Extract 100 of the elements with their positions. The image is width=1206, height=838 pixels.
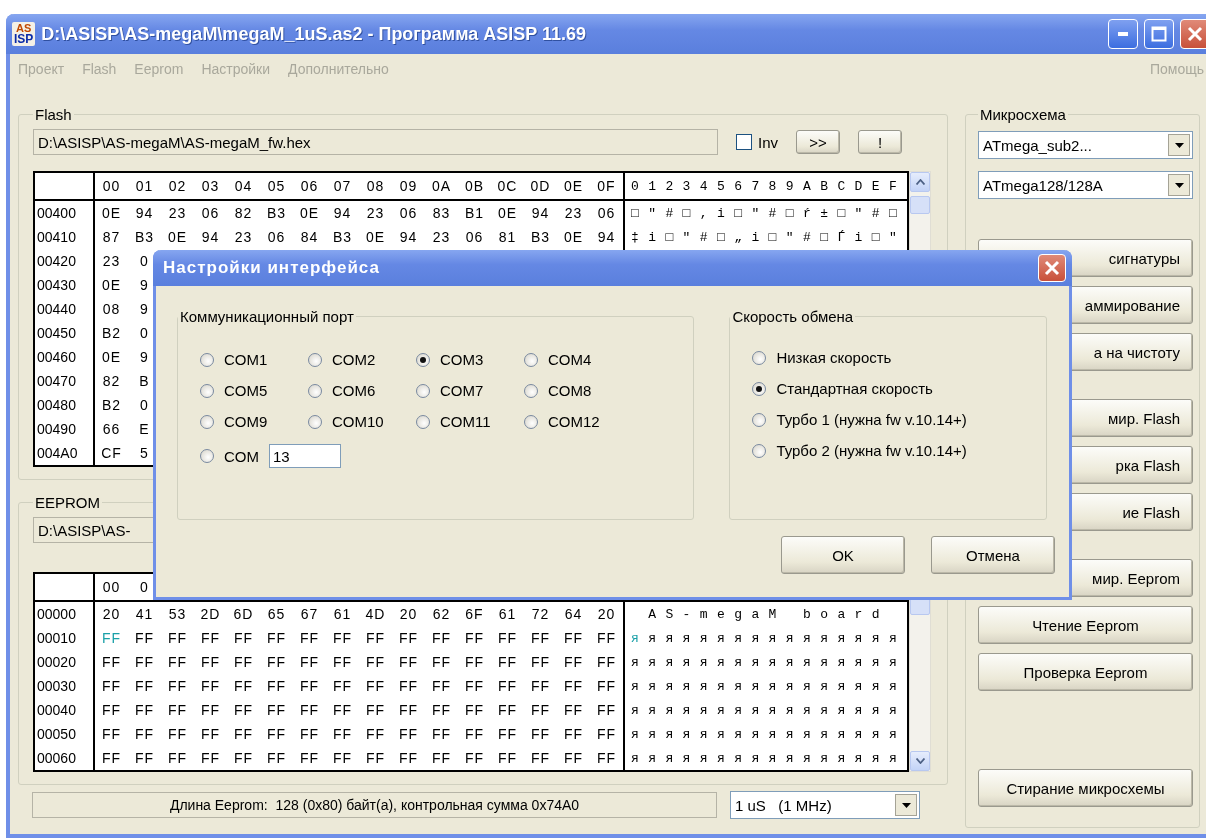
radio-label[interactable]: COM10 bbox=[332, 413, 384, 430]
maximize-icon bbox=[1151, 26, 1167, 42]
radio-button[interactable] bbox=[752, 443, 767, 458]
dialog-button[interactable]: OK bbox=[781, 536, 905, 574]
address-cell: 00000 bbox=[35, 602, 95, 626]
chip-select[interactable]: ATmega128/128A bbox=[978, 171, 1193, 199]
byte-cell-text: FF bbox=[364, 749, 387, 768]
radio-button[interactable] bbox=[416, 383, 430, 398]
address-cell: 004A0 bbox=[35, 441, 95, 465]
radio-label[interactable]: COM2 bbox=[332, 351, 376, 368]
byte-cell-text: 66 bbox=[101, 420, 122, 439]
byte-cell-text: 61 bbox=[332, 605, 353, 624]
radio-button[interactable] bbox=[200, 383, 214, 398]
byte-cell-text: 06 bbox=[596, 204, 617, 223]
radio-button[interactable] bbox=[200, 449, 214, 463]
radio-label[interactable]: COM12 bbox=[548, 413, 600, 430]
byte-cell-text: FF bbox=[364, 701, 387, 720]
radio-button[interactable] bbox=[200, 414, 214, 429]
byte-cell-text: FF bbox=[463, 701, 486, 720]
ascii-cell: яяяяяяяяяяяяяяяя bbox=[623, 722, 907, 746]
byte-cell-text: FF bbox=[397, 653, 420, 672]
byte-cell-text: 0 bbox=[139, 396, 150, 415]
action-button[interactable]: Стирание микросхемы bbox=[978, 769, 1193, 807]
radio-label[interactable]: COM bbox=[224, 447, 259, 465]
radio-button[interactable] bbox=[308, 414, 322, 429]
radio-label[interactable]: COM4 bbox=[548, 351, 592, 368]
action-button[interactable]: Чтение Eeprom bbox=[978, 606, 1193, 644]
radio-label[interactable]: Турбо 1 (нужна fw v.10.14+) bbox=[776, 411, 967, 428]
byte-cell-text: 0E bbox=[166, 228, 189, 247]
radio-label[interactable]: COM5 bbox=[224, 382, 268, 399]
action-button[interactable]: Проверка Eeprom bbox=[978, 653, 1193, 691]
byte-cell-text: FF bbox=[496, 677, 519, 696]
radio-label[interactable]: COM8 bbox=[548, 382, 592, 399]
dialog-button[interactable]: Отмена bbox=[931, 536, 1055, 574]
toolbar-button[interactable]: ! bbox=[858, 130, 902, 154]
clock-select[interactable]: 1 uS (1 MHz) bbox=[730, 791, 920, 819]
radio-button[interactable] bbox=[524, 383, 538, 398]
column-header: 0F bbox=[596, 177, 617, 196]
byte-cell-text: 23 bbox=[233, 228, 254, 247]
byte-cell-text: FF bbox=[364, 677, 387, 696]
radio-label[interactable]: COM9 bbox=[224, 413, 268, 430]
byte-cell-text: FF bbox=[100, 677, 123, 696]
radio-button[interactable] bbox=[308, 383, 322, 398]
close-button[interactable] bbox=[1180, 19, 1206, 49]
byte-cell-text: 64 bbox=[563, 605, 584, 624]
radio-label[interactable]: Турбо 2 (нужна fw v.10.14+) bbox=[776, 442, 967, 459]
radio-label[interactable]: COM3 bbox=[440, 351, 484, 368]
radio-button[interactable] bbox=[524, 352, 538, 367]
radio-button[interactable] bbox=[308, 352, 322, 367]
byte-cell-text: B2 bbox=[100, 324, 123, 343]
radio-button[interactable] bbox=[752, 412, 767, 427]
radio-label[interactable]: Низкая скорость bbox=[776, 349, 892, 366]
column-header: 04 bbox=[233, 177, 254, 196]
radio-label[interactable]: Стандартная скорость bbox=[776, 380, 933, 397]
byte-cell-text: 94 bbox=[596, 228, 617, 247]
scroll-thumb[interactable] bbox=[910, 196, 930, 214]
radio-label[interactable]: COM11 bbox=[440, 413, 491, 430]
byte-cell-text: FF bbox=[463, 725, 486, 744]
radio-button[interactable] bbox=[752, 381, 767, 396]
byte-cell-text: 06 bbox=[398, 204, 419, 223]
byte-cell-text: CF bbox=[100, 444, 123, 463]
radio-button[interactable] bbox=[524, 414, 538, 429]
radio-button[interactable] bbox=[200, 352, 214, 367]
byte-cell-text: FF bbox=[430, 725, 453, 744]
scroll-down-button[interactable] bbox=[910, 751, 930, 771]
file-path-field[interactable]: D:\ASISP\AS-megaM\AS-megaM_fw.hex bbox=[33, 129, 718, 155]
byte-cell-text: 83 bbox=[431, 204, 452, 223]
byte-cell-text: FF bbox=[595, 629, 618, 648]
byte-cell-text: FF bbox=[298, 701, 321, 720]
minimize-button[interactable] bbox=[1108, 19, 1138, 49]
radio-label[interactable]: COM7 bbox=[440, 382, 484, 399]
byte-cell-text: FF bbox=[463, 653, 486, 672]
byte-cell-text: 0 bbox=[139, 324, 150, 343]
byte-cell-text: FF bbox=[595, 677, 618, 696]
byte-cell-text: 6F bbox=[464, 605, 485, 624]
radio-label[interactable]: COM1 bbox=[224, 351, 268, 368]
address-cell: 00050 bbox=[35, 722, 95, 746]
byte-cell-text: FF bbox=[529, 677, 552, 696]
toolbar-button[interactable]: >> bbox=[796, 130, 840, 154]
radio-label[interactable]: COM6 bbox=[332, 382, 376, 399]
radio-button[interactable] bbox=[416, 414, 430, 429]
radio-button[interactable] bbox=[752, 350, 767, 365]
scroll-up-button[interactable] bbox=[910, 172, 930, 192]
byte-cell-text: FF bbox=[133, 653, 156, 672]
chip-select[interactable]: ATmega_sub2... bbox=[978, 131, 1193, 159]
inv-checkbox[interactable]: Inv bbox=[736, 133, 778, 151]
byte-cell-text: FF bbox=[166, 701, 189, 720]
column-header: 05 bbox=[266, 177, 287, 196]
byte-cell-text: FF bbox=[166, 629, 189, 648]
close-button[interactable] bbox=[1038, 254, 1066, 282]
address-cell: 00060 bbox=[35, 746, 95, 770]
byte-cell-text: FF bbox=[562, 749, 585, 768]
byte-cell-text: 94 bbox=[398, 228, 419, 247]
byte-cell-text: 87 bbox=[101, 228, 122, 247]
port-number-field[interactable]: 13 bbox=[269, 444, 341, 468]
maximize-button[interactable] bbox=[1144, 19, 1174, 49]
radio-button[interactable] bbox=[416, 352, 430, 367]
byte-cell-text: 53 bbox=[167, 605, 188, 624]
column-header: 0A bbox=[430, 177, 453, 196]
byte-cell-text: 20 bbox=[398, 605, 419, 624]
